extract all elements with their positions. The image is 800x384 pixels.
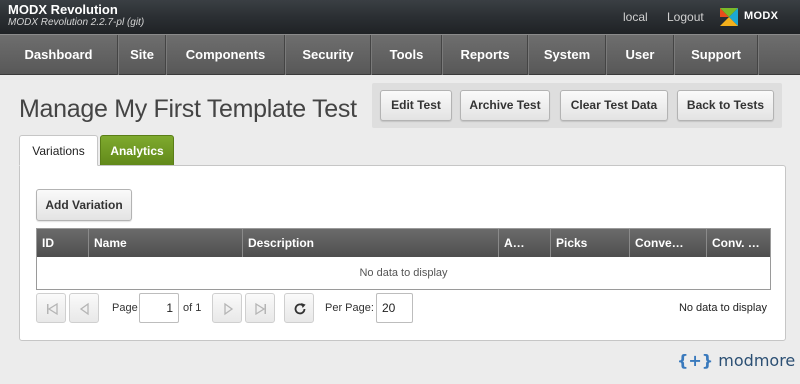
last-page-button[interactable]: [245, 293, 275, 323]
top-header: MODX Revolution MODX Revolution 2.2.7-pl…: [0, 0, 800, 34]
first-page-icon: [47, 302, 58, 316]
prev-page-icon: [79, 302, 89, 316]
clear-test-data-button[interactable]: Clear Test Data: [560, 90, 668, 121]
refresh-button[interactable]: [284, 293, 314, 323]
page-title: Manage My First Template Test: [19, 95, 357, 123]
column-header-conversions[interactable]: Conve…: [630, 229, 707, 257]
user-link-local[interactable]: local: [623, 10, 648, 24]
modmore-logo[interactable]: {+} modmore: [677, 351, 795, 370]
main-nav: Dashboard Site Components Security Tools…: [0, 34, 800, 75]
nav-item-tools[interactable]: Tools: [372, 35, 442, 75]
nav-item-site[interactable]: Site: [119, 35, 166, 75]
nav-item-support[interactable]: Support: [675, 35, 758, 75]
last-page-icon: [255, 302, 266, 316]
nav-item-security[interactable]: Security: [286, 35, 371, 75]
app-title: MODX Revolution: [8, 2, 118, 17]
app-version: MODX Revolution 2.2.7-pl (git): [8, 17, 145, 28]
back-to-tests-button[interactable]: Back to Tests: [677, 90, 774, 121]
tab-analytics[interactable]: Analytics: [100, 135, 174, 166]
edit-test-button[interactable]: Edit Test: [380, 90, 452, 121]
nav-item-reports[interactable]: Reports: [443, 35, 528, 75]
tab-variations[interactable]: Variations: [19, 135, 98, 166]
variations-panel: Add Variation ID Name Description A… Pic…: [19, 165, 786, 341]
paging-toolbar: Page of 1 Per Page: No data to display: [36, 293, 771, 325]
modx-logo-icon: [720, 8, 738, 26]
modmore-brand-name: modmore: [718, 351, 796, 370]
next-page-button[interactable]: [212, 293, 242, 323]
column-header-name[interactable]: Name: [89, 229, 243, 257]
nav-item-system[interactable]: System: [529, 35, 606, 75]
column-header-conversion-rate[interactable]: Conv. …: [707, 229, 770, 257]
next-page-icon: [224, 302, 234, 316]
page-label: Page: [112, 302, 138, 314]
logout-link[interactable]: Logout: [667, 10, 704, 24]
refresh-icon: [294, 303, 306, 315]
grid-empty-message: No data to display: [359, 267, 448, 279]
modmore-brace-icon: {+}: [677, 351, 714, 370]
grid-header: ID Name Description A… Picks Conve… Conv…: [37, 229, 770, 257]
page-number-input[interactable]: [139, 293, 179, 323]
column-header-description[interactable]: Description: [243, 229, 499, 257]
column-header-id[interactable]: ID: [37, 229, 89, 257]
nav-item-dashboard[interactable]: Dashboard: [0, 35, 118, 75]
page-count-label: of 1: [183, 302, 202, 314]
nav-item-components[interactable]: Components: [167, 35, 285, 75]
modx-logo-text: MODX: [744, 10, 779, 22]
first-page-button[interactable]: [36, 293, 66, 323]
nav-item-user[interactable]: User: [607, 35, 674, 75]
column-header-picks[interactable]: Picks: [551, 229, 630, 257]
add-variation-button[interactable]: Add Variation: [36, 189, 132, 221]
variations-grid: ID Name Description A… Picks Conve… Conv…: [36, 228, 771, 290]
action-toolbar: Edit Test Archive Test Clear Test Data B…: [372, 83, 782, 128]
column-header-active[interactable]: A…: [499, 229, 551, 257]
modx-logo[interactable]: MODX: [718, 6, 798, 28]
per-page-label: Per Page:: [325, 302, 374, 314]
pager-status: No data to display: [678, 302, 767, 314]
prev-page-button[interactable]: [69, 293, 99, 323]
per-page-input[interactable]: [376, 293, 413, 323]
archive-test-button[interactable]: Archive Test: [460, 90, 550, 121]
